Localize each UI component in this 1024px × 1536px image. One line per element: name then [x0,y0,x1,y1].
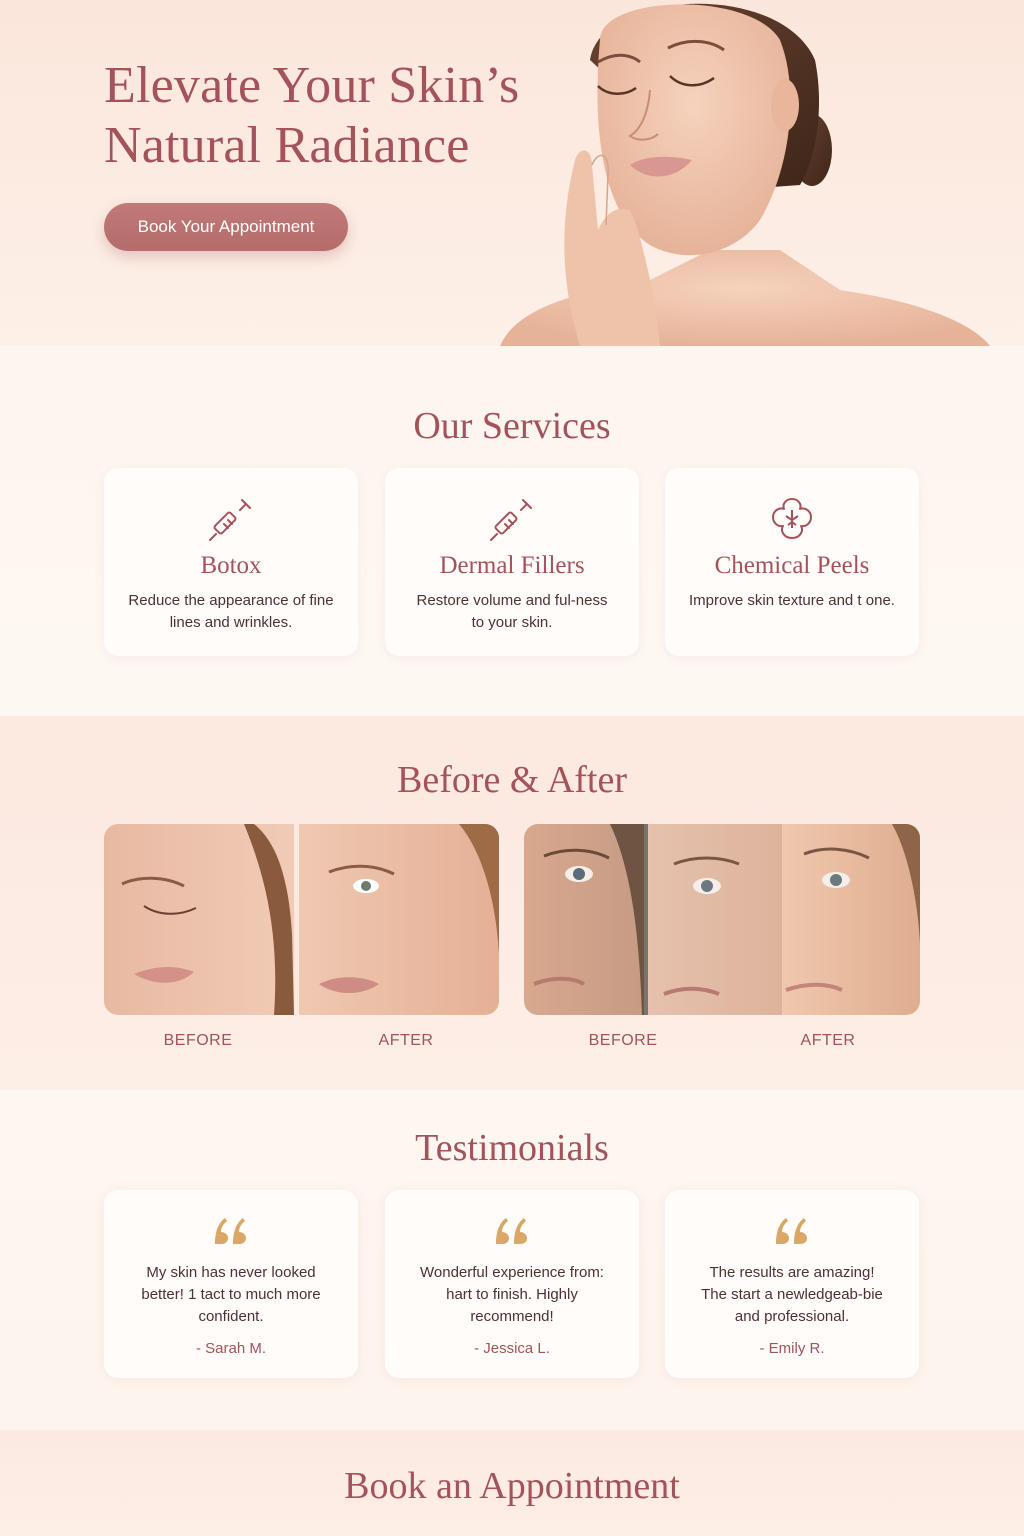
before-label: BEFORE [588,1032,658,1049]
book-appointment-section: Book an Appointment [0,1430,1024,1536]
syringe-icon [490,499,532,541]
testimonial-card: My skin has never looked better! 1 tact … [104,1190,358,1378]
flower-icon [772,498,812,539]
testimonial-author: - Emily R. [759,1340,825,1357]
book-appointment-button[interactable]: Book Your Appointment [104,203,348,251]
testimonial-quote: The results are amazing! The start a new… [701,1264,883,1325]
before-label: BEFORE [163,1032,233,1049]
before-after-photo-1[interactable] [104,824,499,1015]
service-description: Restore volume and ful-ness to your skin… [416,592,608,631]
service-card-botox[interactable]: Botox Reduce the appearance of fine line… [104,468,358,656]
quote-icon [776,1218,807,1244]
service-card-dermal-fillers[interactable]: Dermal Fillers Restore volume and ful-ne… [385,468,639,656]
services-section: Our Services Botox Reduce the appearance… [0,346,1024,716]
service-title: Dermal Fillers [439,552,585,579]
service-card-chemical-peels[interactable]: Chemical Peels Improve skin texture and … [665,468,919,656]
testimonial-quote: My skin has never looked better! 1 tact … [141,1264,321,1325]
testimonials-heading: Testimonials [415,1127,609,1169]
syringe-icon [209,499,251,541]
hero-portrait-image [500,3,990,346]
after-label: AFTER [378,1032,434,1049]
testimonial-card: The results are amazing! The start a new… [665,1190,919,1378]
service-description: Reduce the appearance of fine lines and … [128,592,334,631]
quote-icon [215,1218,246,1244]
before-after-photo-2[interactable] [524,824,920,1015]
book-heading: Book an Appointment [344,1465,680,1507]
hero-section: Elevate Your Skin’s Natural Radiance Boo… [0,0,1024,346]
testimonial-card: Wonderful experience from: hart to finis… [385,1190,639,1378]
before-after-section: Before & After BEFORE AFTER BEFORE AFTER [0,716,1024,1090]
service-description: Improve skin texture and t one. [689,592,895,609]
after-label: AFTER [800,1032,856,1049]
service-title: Botox [200,552,262,579]
testimonial-author: - Sarah M. [195,1340,267,1357]
services-heading: Our Services [413,405,611,447]
quote-icon [496,1218,527,1244]
testimonial-author: - Jessica L. [474,1340,550,1357]
service-title: Chemical Peels [714,552,870,579]
testimonials-section: Testimonials My skin has never looked be… [0,1090,1024,1430]
testimonial-quote: Wonderful experience from: hart to finis… [420,1264,604,1325]
before-after-heading: Before & After [396,759,628,801]
